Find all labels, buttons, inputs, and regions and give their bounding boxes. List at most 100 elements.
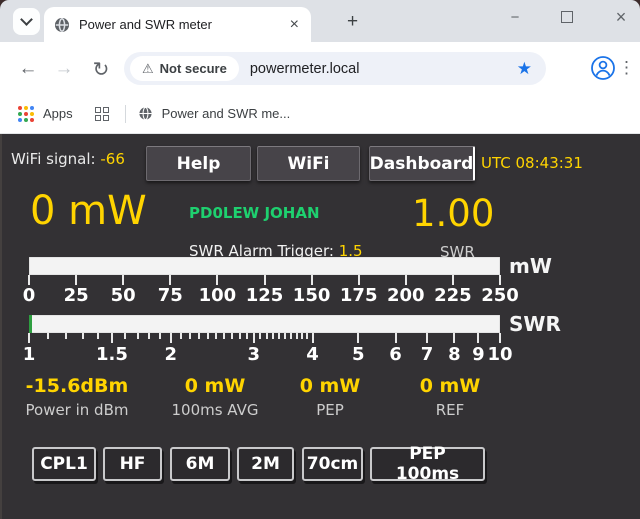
- major-tick: [453, 333, 455, 343]
- stat-value: -15.6dBm: [2, 375, 152, 397]
- minor-tick: [148, 333, 150, 339]
- minor-tick: [124, 333, 126, 339]
- swr-meter-fill: [29, 315, 32, 333]
- major-tick: [426, 333, 428, 343]
- tab-close-icon[interactable]: ×: [288, 17, 301, 33]
- power-meter-unit: mW: [509, 254, 552, 278]
- major-tick: [169, 275, 171, 285]
- cpl1-button[interactable]: CPL1: [32, 447, 96, 481]
- minor-tick: [296, 333, 298, 339]
- bookmarks-bar: Apps Power and SWR me...: [0, 94, 640, 134]
- tick-label: 75: [158, 285, 183, 306]
- minimize-button[interactable]: −: [495, 0, 535, 34]
- major-tick: [395, 333, 397, 343]
- wifi-button[interactable]: WiFi: [257, 146, 360, 181]
- forward-icon: →: [55, 58, 74, 80]
- power-meter-track: [29, 257, 500, 275]
- major-tick: [499, 333, 501, 343]
- minor-tick: [97, 333, 99, 339]
- major-tick: [357, 333, 359, 343]
- minor-tick: [215, 333, 217, 339]
- tick-label: 2: [165, 344, 178, 365]
- 6m-button[interactable]: 6M: [170, 447, 230, 481]
- minor-tick: [180, 333, 182, 339]
- pep-100ms-button[interactable]: PEP 100ms: [370, 447, 485, 481]
- titlebar: Power and SWR meter × + − ×: [0, 0, 640, 42]
- chevron-down-icon: [20, 13, 33, 26]
- major-tick: [311, 275, 313, 285]
- browser-window: Power and SWR meter × + − × ← → ↻ ⚠ Not …: [0, 0, 640, 519]
- major-tick: [122, 275, 124, 285]
- minor-tick: [82, 333, 84, 339]
- profile-icon: [590, 55, 616, 81]
- minor-tick: [207, 333, 209, 339]
- callsign: PD0LEW JOHAN: [189, 204, 320, 222]
- tick-label: 200: [387, 285, 425, 306]
- hf-button[interactable]: HF: [103, 447, 162, 481]
- minor-tick: [137, 333, 139, 339]
- minor-tick: [259, 333, 261, 339]
- dashboard-button[interactable]: Dashboard: [369, 146, 475, 181]
- tick-label: 250: [481, 285, 519, 306]
- minor-tick: [189, 333, 191, 339]
- tick-label: 175: [340, 285, 378, 306]
- apps-shortcut[interactable]: Apps: [43, 106, 73, 121]
- reload-icon: ↻: [93, 57, 110, 82]
- major-tick: [358, 275, 360, 285]
- address-bar[interactable]: ⚠ Not secure powermeter.local ★: [124, 52, 546, 85]
- tick-label: 8: [448, 344, 461, 365]
- minor-tick: [231, 333, 233, 339]
- 70cm-button[interactable]: 70cm: [302, 447, 363, 481]
- minor-tick: [284, 333, 286, 339]
- browser-toolbar: ← → ↻ ⚠ Not secure powermeter.local ★ ⋮: [0, 42, 640, 94]
- stat-power-dbm: -15.6dBm Power in dBm: [2, 375, 152, 419]
- tick-label: 1: [23, 344, 36, 365]
- stat-value: 0 mW: [375, 375, 525, 397]
- active-tab[interactable]: Power and SWR meter ×: [44, 7, 311, 42]
- tick-label: 0: [23, 285, 36, 306]
- major-tick: [312, 333, 314, 343]
- maximize-button[interactable]: [547, 0, 587, 34]
- tick-label: 25: [64, 285, 89, 306]
- major-tick: [477, 333, 479, 343]
- profile-button[interactable]: [590, 55, 616, 81]
- stat-label: Power in dBm: [2, 401, 152, 419]
- minor-tick: [246, 333, 248, 339]
- close-window-button[interactable]: ×: [601, 0, 640, 34]
- tab-search-button[interactable]: [13, 8, 40, 35]
- minor-tick: [159, 333, 161, 339]
- maximize-icon: [561, 11, 573, 23]
- reading-list-icon[interactable]: [95, 107, 109, 121]
- more-icon: ⋮: [618, 58, 635, 77]
- minor-tick: [272, 333, 274, 339]
- menu-button[interactable]: ⋮: [618, 57, 635, 79]
- page-content: WiFi signal: -66 Help WiFi Dashboard UTC…: [0, 134, 640, 519]
- new-tab-button[interactable]: +: [341, 9, 364, 35]
- power-meter-ticks: [29, 275, 500, 285]
- tick-label: 50: [111, 285, 136, 306]
- stat-label: REF: [375, 401, 525, 419]
- bookmark-item[interactable]: Power and SWR me...: [162, 106, 291, 121]
- minor-tick: [301, 333, 303, 339]
- major-tick: [75, 275, 77, 285]
- major-tick: [253, 333, 255, 343]
- reload-button[interactable]: ↻: [88, 56, 114, 82]
- major-tick: [405, 275, 407, 285]
- back-button[interactable]: ←: [15, 56, 41, 82]
- minor-tick: [239, 333, 241, 339]
- tick-label: 10: [487, 344, 512, 365]
- tick-label: 125: [246, 285, 284, 306]
- swr-meter-unit: SWR: [509, 312, 561, 336]
- security-chip[interactable]: ⚠ Not secure: [130, 56, 239, 81]
- minimize-icon: −: [511, 9, 520, 26]
- forward-button[interactable]: →: [51, 56, 77, 82]
- power-readout: 0 mW: [30, 188, 147, 234]
- 2m-button[interactable]: 2M: [237, 447, 294, 481]
- apps-grid-icon[interactable]: [18, 106, 34, 122]
- url-text[interactable]: powermeter.local: [250, 61, 517, 77]
- help-button[interactable]: Help: [146, 146, 251, 181]
- minor-tick: [65, 333, 67, 339]
- warning-icon: ⚠: [142, 61, 154, 77]
- major-tick: [499, 275, 501, 285]
- bookmark-star-icon[interactable]: ★: [517, 59, 532, 79]
